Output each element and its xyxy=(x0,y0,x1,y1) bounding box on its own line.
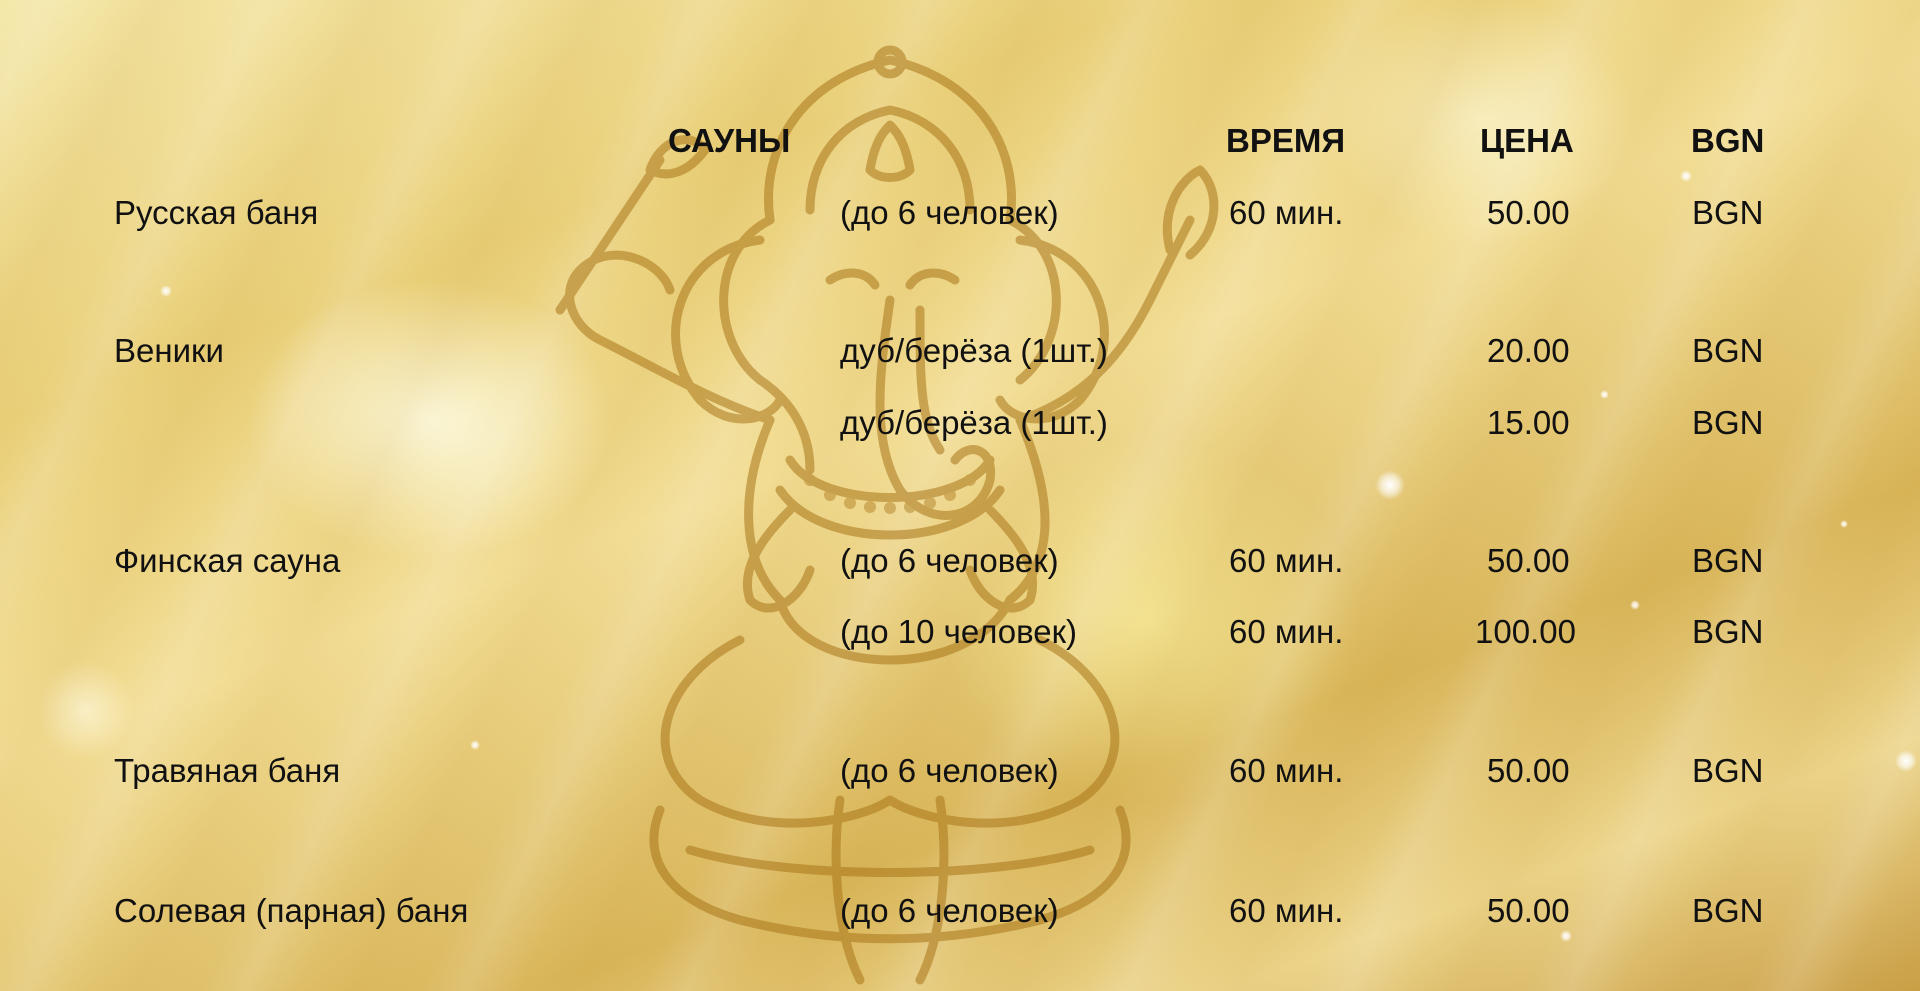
sparkle xyxy=(1630,600,1640,610)
header-currency: BGN xyxy=(1691,122,1765,159)
sparkle xyxy=(1375,470,1405,500)
service-time: 60 мин. xyxy=(1229,542,1344,579)
service-price: 50.00 xyxy=(1487,892,1570,929)
service-currency: BGN xyxy=(1692,542,1764,579)
header-time: ВРЕМЯ xyxy=(1226,122,1346,159)
sparkle xyxy=(1560,930,1572,942)
service-name: Финская сауна xyxy=(114,542,341,579)
sparkle xyxy=(1600,390,1609,399)
service-time: 60 мин. xyxy=(1229,613,1344,650)
sparkle xyxy=(1680,170,1692,182)
service-price: 50.00 xyxy=(1487,752,1570,789)
service-detail: дуб/берёза (1шт.) xyxy=(840,404,1108,441)
service-detail: (до 10 человек) xyxy=(840,613,1078,650)
service-name: Травяная баня xyxy=(114,752,341,789)
service-price: 100.00 xyxy=(1475,613,1576,650)
service-detail: (до 6 человек) xyxy=(840,542,1059,579)
service-currency: BGN xyxy=(1692,752,1764,789)
service-price: 15.00 xyxy=(1487,404,1570,441)
service-detail: (до 6 человек) xyxy=(840,194,1059,231)
service-time: 60 мин. xyxy=(1229,752,1344,789)
sparkle xyxy=(1895,750,1917,772)
service-currency: BGN xyxy=(1692,613,1764,650)
service-name: Веники xyxy=(114,332,224,369)
service-currency: BGN xyxy=(1692,892,1764,929)
service-time: 60 мин. xyxy=(1229,892,1344,929)
service-detail: дуб/берёза (1шт.) xyxy=(840,332,1108,369)
service-name: Солевая (парная) баня xyxy=(114,892,469,929)
service-detail: (до 6 человек) xyxy=(840,892,1059,929)
header-price: ЦЕНА xyxy=(1480,122,1574,159)
ganesha-outline-icon xyxy=(555,45,1219,985)
service-name: Русская баня xyxy=(114,194,319,231)
service-price: 20.00 xyxy=(1487,332,1570,369)
sparkle xyxy=(470,740,480,750)
service-price: 50.00 xyxy=(1487,542,1570,579)
sparkle xyxy=(1840,520,1848,528)
service-detail: (до 6 человек) xyxy=(840,752,1059,789)
service-currency: BGN xyxy=(1692,194,1764,231)
sparkle xyxy=(160,285,172,297)
service-price: 50.00 xyxy=(1487,194,1570,231)
service-currency: BGN xyxy=(1692,332,1764,369)
service-currency: BGN xyxy=(1692,404,1764,441)
price-list-page: { "header": { "saunas": "САУНЫ", "time":… xyxy=(0,0,1920,991)
header-saunas: САУНЫ xyxy=(668,122,791,159)
service-time: 60 мин. xyxy=(1229,194,1344,231)
